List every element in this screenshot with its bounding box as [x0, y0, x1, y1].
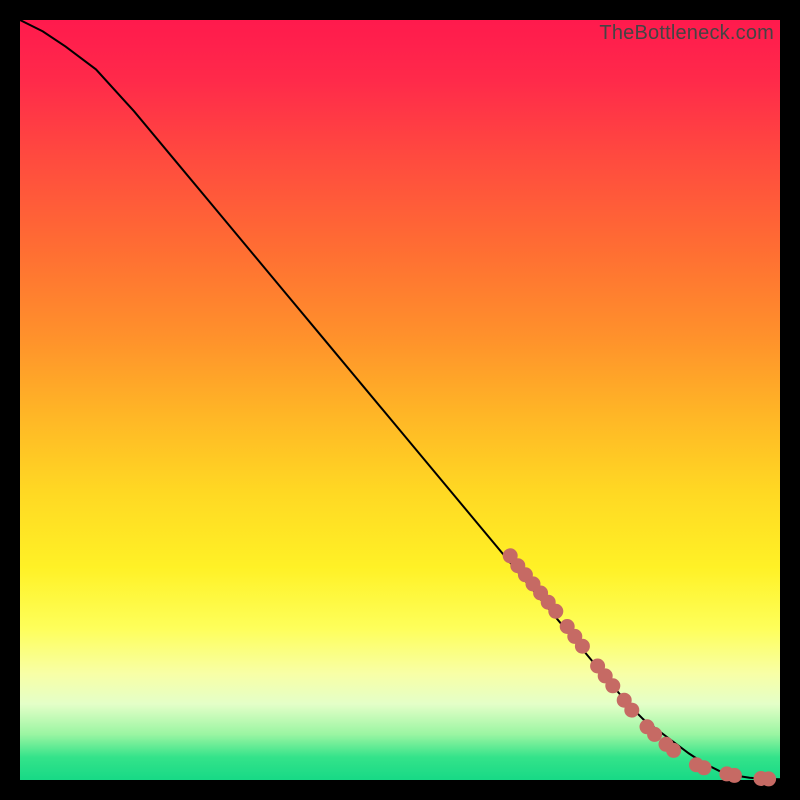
curve-marker: [549, 604, 563, 618]
bottleneck-curve: [20, 20, 780, 779]
chart-overlay: [20, 20, 780, 780]
plot-area: TheBottleneck.com: [20, 20, 780, 780]
curve-marker: [667, 743, 681, 757]
curve-marker: [762, 772, 776, 786]
marker-layer: [503, 549, 775, 786]
curve-marker: [727, 768, 741, 782]
curve-marker: [648, 727, 662, 741]
curve-marker: [625, 703, 639, 717]
curve-marker: [697, 761, 711, 775]
curve-marker: [606, 679, 620, 693]
chart-frame: TheBottleneck.com: [0, 0, 800, 800]
curve-marker: [575, 639, 589, 653]
